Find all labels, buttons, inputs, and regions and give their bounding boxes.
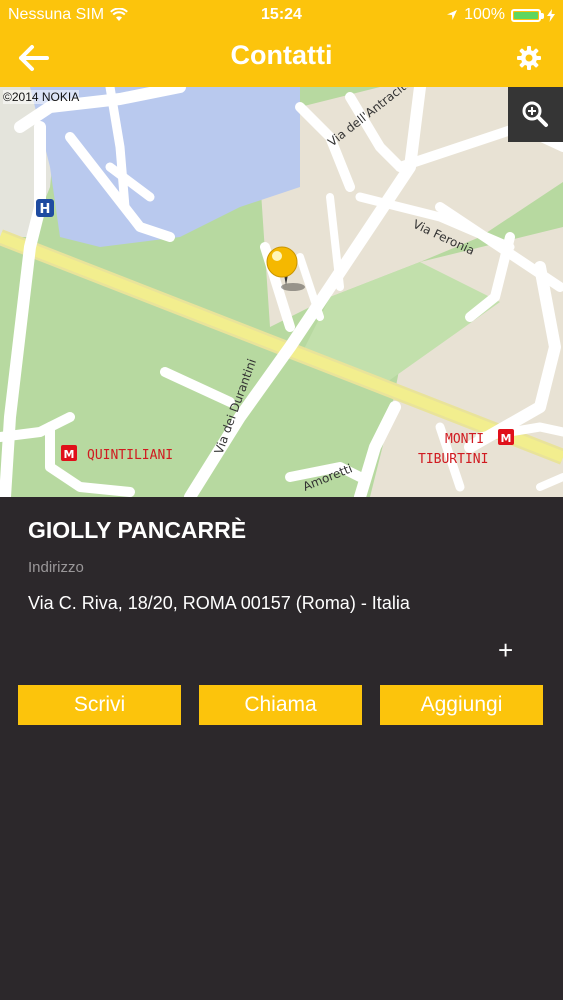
charging-icon [547, 8, 555, 22]
page-title: Contatti [230, 40, 333, 70]
metro-letter-quintiliani: M [64, 448, 75, 461]
address-label: Indirizzo [28, 559, 84, 576]
battery-icon [511, 8, 544, 22]
map-labels: Via dell'Antracite Via Feronia Via dei D… [36, 87, 514, 494]
map-pin-icon[interactable] [266, 246, 305, 291]
status-right: 100% [446, 6, 555, 24]
station-label-monti-2: TIBURTINI [418, 452, 488, 467]
station-label-quintiliani: QUINTILIANI [87, 448, 173, 463]
address-value: Via C. Riva, 18/20, ROMA 00157 (Roma) - … [28, 593, 410, 613]
location-arrow-icon [447, 10, 458, 20]
station-label-monti-1: MONTI [445, 432, 484, 447]
call-button[interactable]: Chiama [199, 685, 362, 725]
contact-name: GIOLLY PANCARRÈ [28, 517, 247, 543]
battery-percent: 100% [464, 6, 505, 23]
zoom-in-button[interactable] [508, 87, 563, 142]
expand-plus-button[interactable]: + [498, 637, 513, 663]
write-button[interactable]: Scrivi [18, 685, 181, 725]
street-label-feronia: Via Feronia [411, 217, 477, 258]
zoom-in-icon [522, 101, 548, 127]
street-label-durantini: Via dei Durantini [212, 357, 259, 456]
map-view[interactable]: ©2014 NOKIA Via dell'Antracite Via Feron… [0, 87, 563, 497]
hospital-letter: H [40, 202, 51, 217]
street-label-antracite: Via dell'Antracite [325, 87, 414, 149]
status-bar: Nessuna SIM 15:24 100% [0, 0, 563, 30]
gear-icon[interactable] [517, 46, 541, 70]
metro-letter-monti: M [501, 432, 512, 445]
street-label-amoretti: Amoretti [301, 461, 355, 493]
nav-bar: Contatti [0, 30, 563, 87]
add-button[interactable]: Aggiungi [380, 685, 543, 725]
contact-details: GIOLLY PANCARRÈ Indirizzo Via C. Riva, 1… [0, 497, 563, 1000]
